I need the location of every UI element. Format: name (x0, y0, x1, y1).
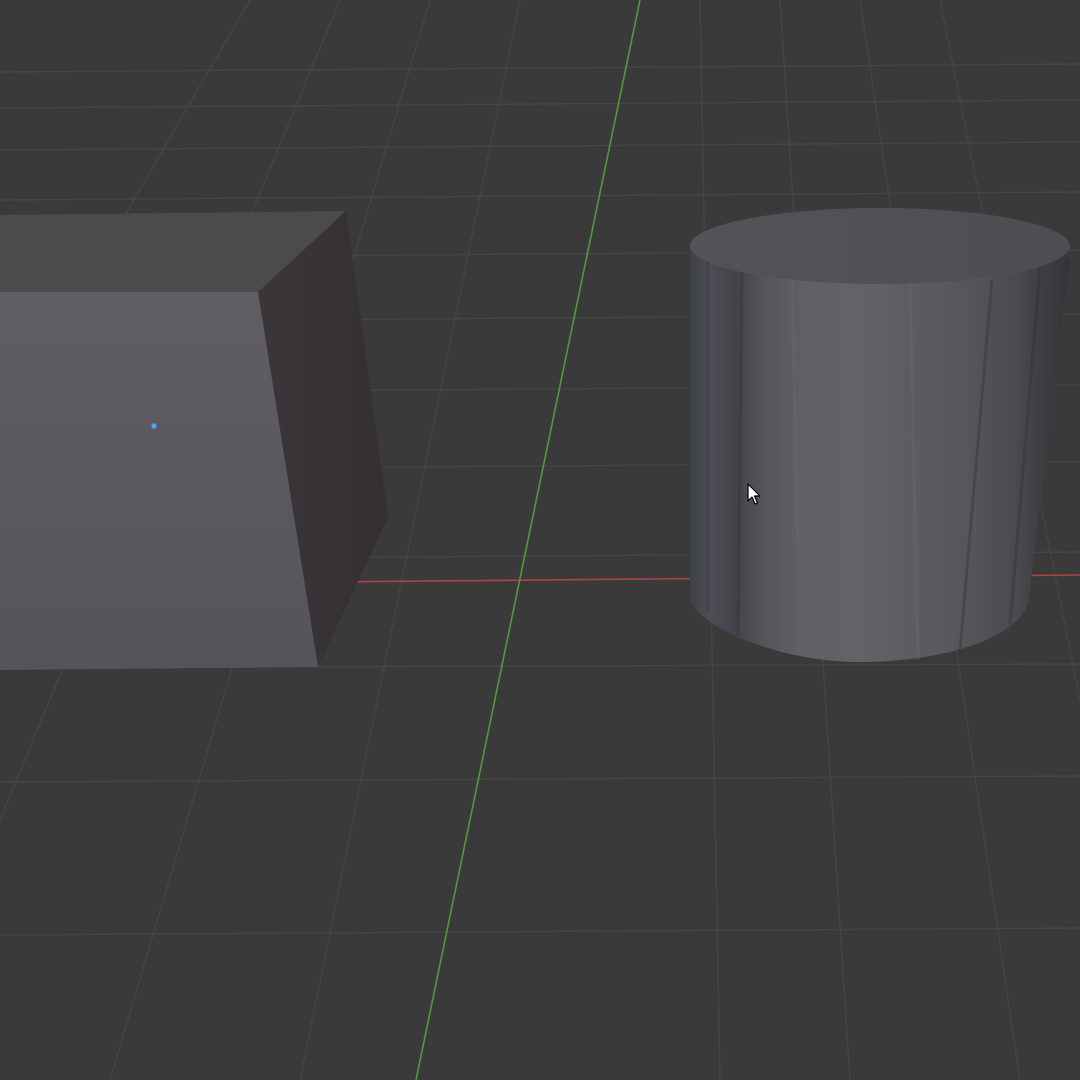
3d-viewport[interactable] (0, 0, 1080, 1080)
cylinder-object[interactable] (690, 208, 1070, 662)
cylinder-top-face[interactable] (690, 208, 1070, 284)
object-origin-dot (151, 423, 157, 429)
viewport-canvas[interactable] (0, 0, 1080, 1080)
cube-object[interactable] (0, 211, 388, 670)
